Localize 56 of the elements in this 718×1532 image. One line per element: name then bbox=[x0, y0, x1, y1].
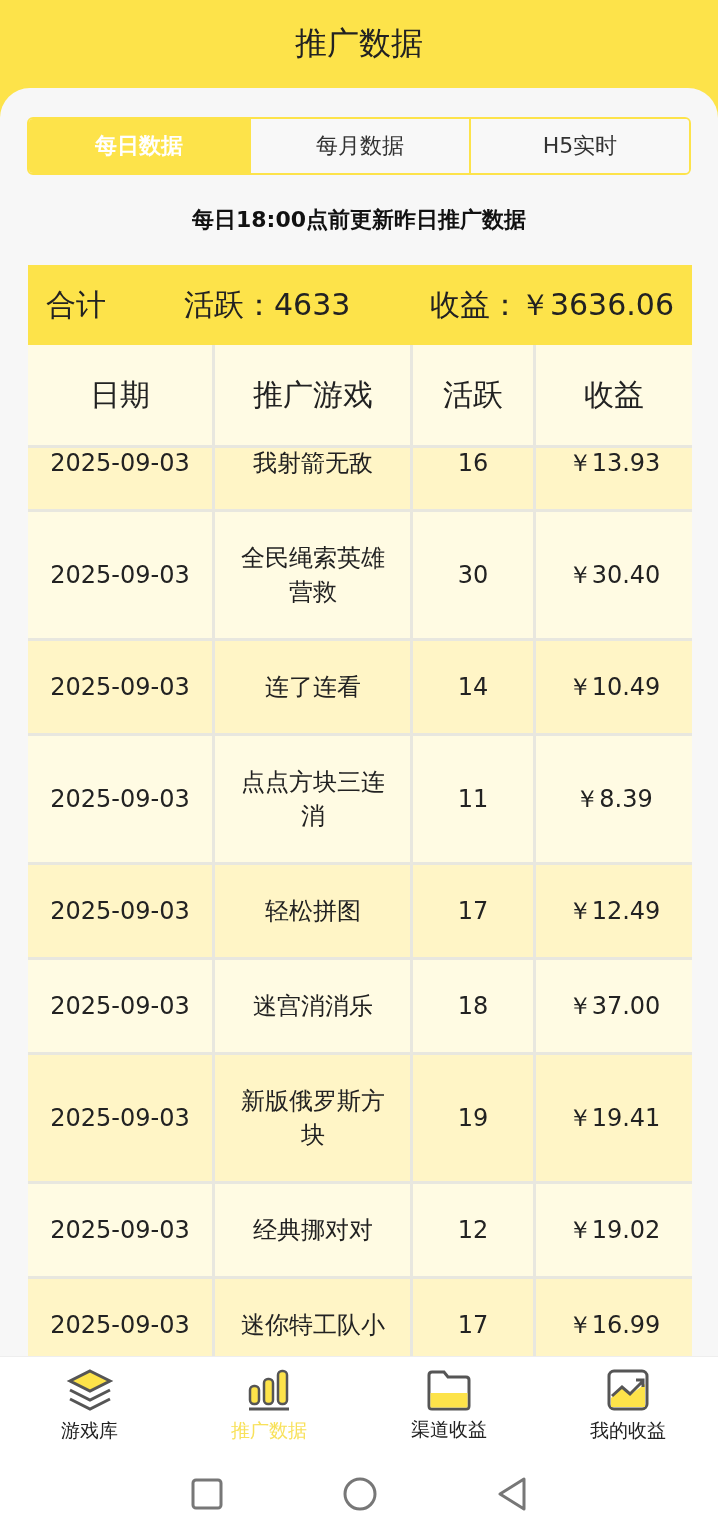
nav-item[interactable]: 我的收益 bbox=[538, 1357, 718, 1455]
table-cell: 连了连看 bbox=[215, 641, 410, 733]
table-cell: 2025-09-03 bbox=[28, 448, 212, 509]
summary-active: 活跃：4633 bbox=[184, 285, 352, 324]
table-cell: 2025-09-03 bbox=[28, 736, 212, 862]
table-cell: ￥19.02 bbox=[536, 1184, 692, 1276]
update-notice: 每日18:00点前更新昨日推广数据 bbox=[191, 206, 527, 234]
page-title: 推广数据 bbox=[295, 23, 423, 64]
table-cell: ￥8.39 bbox=[536, 736, 692, 862]
table-cell: 12 bbox=[413, 1184, 533, 1276]
table-cell: 2025-09-03 bbox=[28, 865, 212, 957]
table-cell: 2025-09-03 bbox=[28, 1184, 212, 1276]
table-cell: 19 bbox=[413, 1055, 533, 1181]
table-cell: 轻松拼图 bbox=[215, 865, 410, 957]
table-cell: 17 bbox=[413, 1279, 533, 1356]
table-cell: 全民绳索英雄营救 bbox=[215, 512, 410, 638]
table-cell: ￥19.41 bbox=[536, 1055, 692, 1181]
column-header: 收益 bbox=[536, 345, 692, 445]
summary-label: 合计 bbox=[46, 285, 107, 324]
table-cell: 我射箭无敌 bbox=[215, 448, 410, 509]
table-cell: 2025-09-03 bbox=[28, 512, 212, 638]
table-cell: 2025-09-03 bbox=[28, 960, 212, 1052]
column-header: 活跃 bbox=[413, 345, 533, 445]
table-cell: 16 bbox=[413, 448, 533, 509]
table-cell: 14 bbox=[413, 641, 533, 733]
column-header: 日期 bbox=[28, 345, 212, 445]
bar-chart-icon bbox=[247, 1368, 292, 1412]
square-icon[interactable] bbox=[191, 1477, 223, 1510]
layers-icon bbox=[65, 1368, 114, 1412]
nav-item[interactable]: 渠道收益 bbox=[359, 1357, 539, 1455]
table-cell: 30 bbox=[413, 512, 533, 638]
table-cell: 经典挪对对 bbox=[215, 1184, 410, 1276]
back-icon[interactable] bbox=[497, 1476, 527, 1511]
summary-income: 收益：￥3636.06 bbox=[429, 285, 674, 324]
table-cell: ￥13.93 bbox=[536, 448, 692, 509]
table-cell: 18 bbox=[413, 960, 533, 1052]
tab[interactable]: H5实时 bbox=[469, 119, 689, 173]
folder-icon bbox=[425, 1369, 472, 1411]
table-cell: ￥37.00 bbox=[536, 960, 692, 1052]
table-cell: ￥12.49 bbox=[536, 865, 692, 957]
table-cell: ￥10.49 bbox=[536, 641, 692, 733]
table-cell: ￥30.40 bbox=[536, 512, 692, 638]
table-cell: 11 bbox=[413, 736, 533, 862]
table-cell: 2025-09-03 bbox=[28, 1279, 212, 1356]
trend-chart-icon bbox=[606, 1368, 651, 1412]
circle-icon[interactable] bbox=[343, 1476, 377, 1511]
table-cell: 迷宫消消乐 bbox=[215, 960, 410, 1052]
table-cell: ￥16.99 bbox=[536, 1279, 692, 1356]
table-cell: 2025-09-03 bbox=[28, 641, 212, 733]
table-cell: 点点方块三连消 bbox=[215, 736, 410, 862]
nav-item[interactable]: 游戏库 bbox=[0, 1357, 180, 1455]
column-header: 推广游戏 bbox=[215, 345, 410, 445]
table-cell: 迷你特工队小 bbox=[215, 1279, 410, 1356]
table-cell: 17 bbox=[413, 865, 533, 957]
table-cell: 新版俄罗斯方块 bbox=[215, 1055, 410, 1181]
table-cell: 2025-09-03 bbox=[28, 1055, 212, 1181]
